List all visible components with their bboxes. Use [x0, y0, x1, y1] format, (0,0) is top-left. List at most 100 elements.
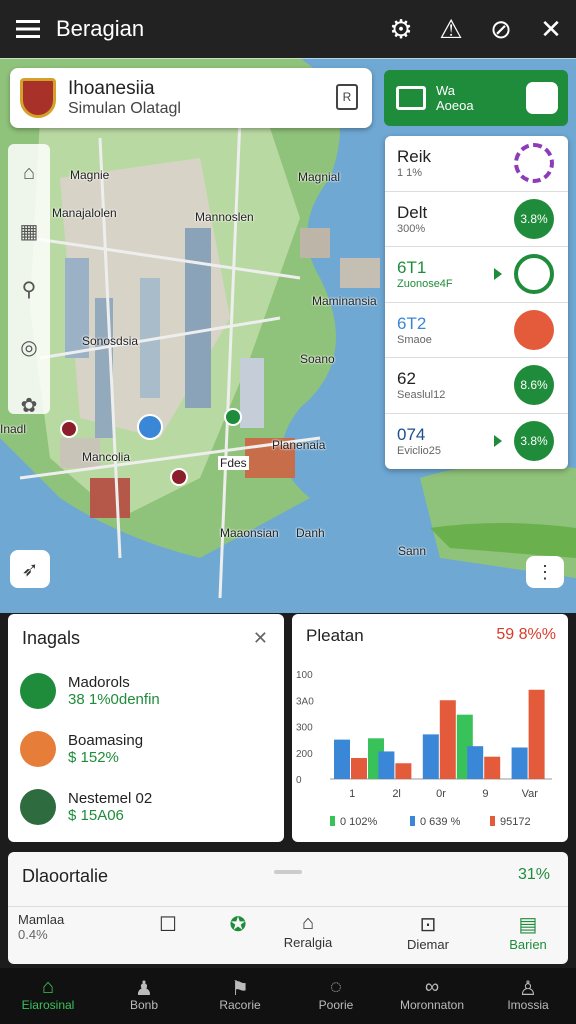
bottom-drawer: Dlaoortalie 31% Mamlaa 0.4% ☐ ✪ ⌂ Reralgi…: [8, 852, 568, 964]
insight-item[interactable]: Nestemel 02 $ 15A06: [8, 778, 284, 836]
nav-poorie[interactable]: ◌ Poorie: [288, 968, 384, 1024]
drawer-item[interactable]: ⊡ Diemar: [388, 912, 468, 960]
alert-icon[interactable]: ⚠: [426, 4, 476, 54]
stat-row[interactable]: Reik 1 1%: [385, 136, 568, 192]
stat-sub: Eviclio25: [397, 445, 442, 458]
chart-bar: [439, 700, 456, 779]
y-tick-label: 0: [296, 775, 302, 786]
action-line2: Aoeoa: [436, 98, 474, 113]
action-button[interactable]: Wa Aoeoa: [384, 70, 568, 126]
drawer-item-name: Barien: [509, 937, 547, 952]
chart-bar: [528, 689, 545, 779]
drawer-item[interactable]: ⌂ Reralgia: [268, 912, 348, 960]
chart-bar: [334, 739, 350, 779]
drawer-item-sub: 0.4%: [18, 927, 48, 942]
stat-sub: Seaslul12: [397, 389, 446, 402]
drawer-item[interactable]: Mamlaa 0.4%: [18, 912, 128, 960]
building-icon[interactable]: ⌂: [8, 144, 50, 202]
nav-label: Poorie: [318, 998, 354, 1012]
building-icon: [20, 673, 56, 709]
close-icon[interactable]: ✕: [526, 4, 576, 54]
insight-name: Madorols: [68, 674, 130, 691]
insight-item[interactable]: Boamasing $ 152%: [8, 720, 284, 778]
x-tick-label: 2l: [392, 788, 401, 800]
bottom-nav: ⌂ Eiarosinal ♟ Bonb ⚑ Racorie ◌ Poorie ∞ Moro…: [0, 968, 576, 1024]
insight-item[interactable]: Madorols 38 1%0denfin: [8, 662, 284, 720]
y-tick-label: 300: [296, 723, 313, 734]
person-icon: ♙: [519, 978, 537, 1000]
target-icon[interactable]: ◎: [8, 318, 50, 376]
action-line1: Wa: [436, 83, 456, 98]
map-label: Planenaia: [272, 438, 326, 452]
close-icon[interactable]: ✕: [253, 628, 268, 649]
chart-panel: Pleatan 59 8%% 100 3A0 300 200 0 1 2l 0r 9 Var 0 1…: [292, 614, 568, 842]
stat-title: 62: [397, 369, 416, 389]
nav-moronnaton[interactable]: ∞ Moronnaton: [384, 968, 480, 1024]
stat-row[interactable]: 6T1 Zuonose4F: [385, 247, 568, 303]
checkbox-icon[interactable]: ☐: [138, 912, 198, 960]
map-pin[interactable]: [60, 420, 78, 438]
nav-label: Racorie: [219, 998, 261, 1012]
legend-label: 95172: [500, 816, 531, 828]
compass-icon[interactable]: ⊘: [476, 4, 526, 54]
stat-title: 6T2: [397, 313, 427, 333]
nav-racorie[interactable]: ⚑ Racorie: [192, 968, 288, 1024]
x-tick-label: 0r: [436, 788, 446, 800]
y-tick-label: 200: [296, 749, 313, 760]
drawer-handle[interactable]: [274, 870, 302, 874]
map-pin[interactable]: [170, 468, 188, 486]
top-bar: Beragian ⚙ ⚠ ⊘ ✕: [0, 0, 576, 58]
insights-title: Inagals: [22, 627, 81, 648]
stat-circle: 3.8%: [514, 421, 554, 462]
bookmark-icon[interactable]: R: [336, 84, 358, 110]
nav-label: Bonb: [129, 998, 159, 1012]
stat-row[interactable]: 62 Seaslul12 8.6%: [385, 358, 568, 414]
nav-bonb[interactable]: ♟ Bonb: [96, 968, 192, 1024]
map-label: Sann: [398, 544, 427, 558]
y-tick-label: 3A0: [296, 696, 314, 707]
map-pin[interactable]: [224, 408, 242, 426]
bar-chart: 100 3A0 300 200 0 1 2l 0r 9 Var 0 102% 0 639 % 95172: [296, 670, 552, 828]
map-label: Danh: [296, 526, 325, 540]
insight-value: $ 15A06: [68, 807, 124, 824]
chart-bar: [511, 747, 528, 779]
stat-row[interactable]: 6T2 Smaoe: [385, 303, 568, 358]
insights-panel: Inagals ✕ Madorols 38 1%0denfin Boamasing…: [8, 614, 284, 842]
drawer-item[interactable]: ▤ Barien: [488, 912, 568, 960]
legend-swatch: [410, 816, 415, 826]
settings-icon[interactable]: ✿: [8, 376, 50, 434]
grid-icon[interactable]: ▦: [8, 202, 50, 260]
nav-imossia[interactable]: ♙ Imossia: [480, 968, 576, 1024]
person-icon[interactable]: ⚲: [8, 260, 50, 318]
map-pin[interactable]: [137, 414, 163, 440]
x-tick-label: Var: [522, 788, 539, 800]
chart-bar: [395, 763, 412, 779]
park-icon: [20, 789, 56, 825]
stat-sub: 1 1%: [397, 167, 423, 180]
chart-bar: [484, 756, 501, 779]
gear-icon[interactable]: ⚙: [376, 4, 426, 54]
navigate-button[interactable]: ➶: [10, 550, 50, 588]
map-label: Mancolia: [82, 450, 131, 464]
leaf-icon[interactable]: ✪: [208, 912, 268, 960]
legend-swatch: [490, 816, 495, 826]
nav-home[interactable]: ⌂ Eiarosinal: [0, 968, 96, 1024]
bell-icon: ♟: [135, 978, 153, 1000]
stat-sub: Smaoe: [397, 333, 432, 346]
drawer-item-name: Reralgia: [283, 935, 333, 950]
y-tick-label: 100: [296, 670, 313, 681]
menu-icon[interactable]: [0, 19, 56, 39]
city-card[interactable]: Ihoanesiia Simulan Olatagl R: [10, 68, 372, 128]
stat-row[interactable]: Delt 300% 3.8%: [385, 192, 568, 247]
more-button[interactable]: ⋮: [526, 556, 564, 588]
legend-swatch: [330, 816, 335, 826]
grid-circle-icon: [514, 309, 554, 350]
left-toolbar: ⌂ ▦ ⚲ ◎ ✿: [8, 144, 50, 417]
legend-label: 0 102%: [340, 816, 378, 828]
stat-row[interactable]: 074 Eviclio25 3.8%: [385, 414, 568, 470]
stat-sub: Zuonose4F: [397, 278, 453, 291]
toggle-icon[interactable]: [526, 82, 558, 114]
map-label: Magnie: [70, 168, 110, 182]
insight-value: $ 152%: [68, 749, 119, 766]
legend-label: 0 639 %: [420, 816, 461, 828]
